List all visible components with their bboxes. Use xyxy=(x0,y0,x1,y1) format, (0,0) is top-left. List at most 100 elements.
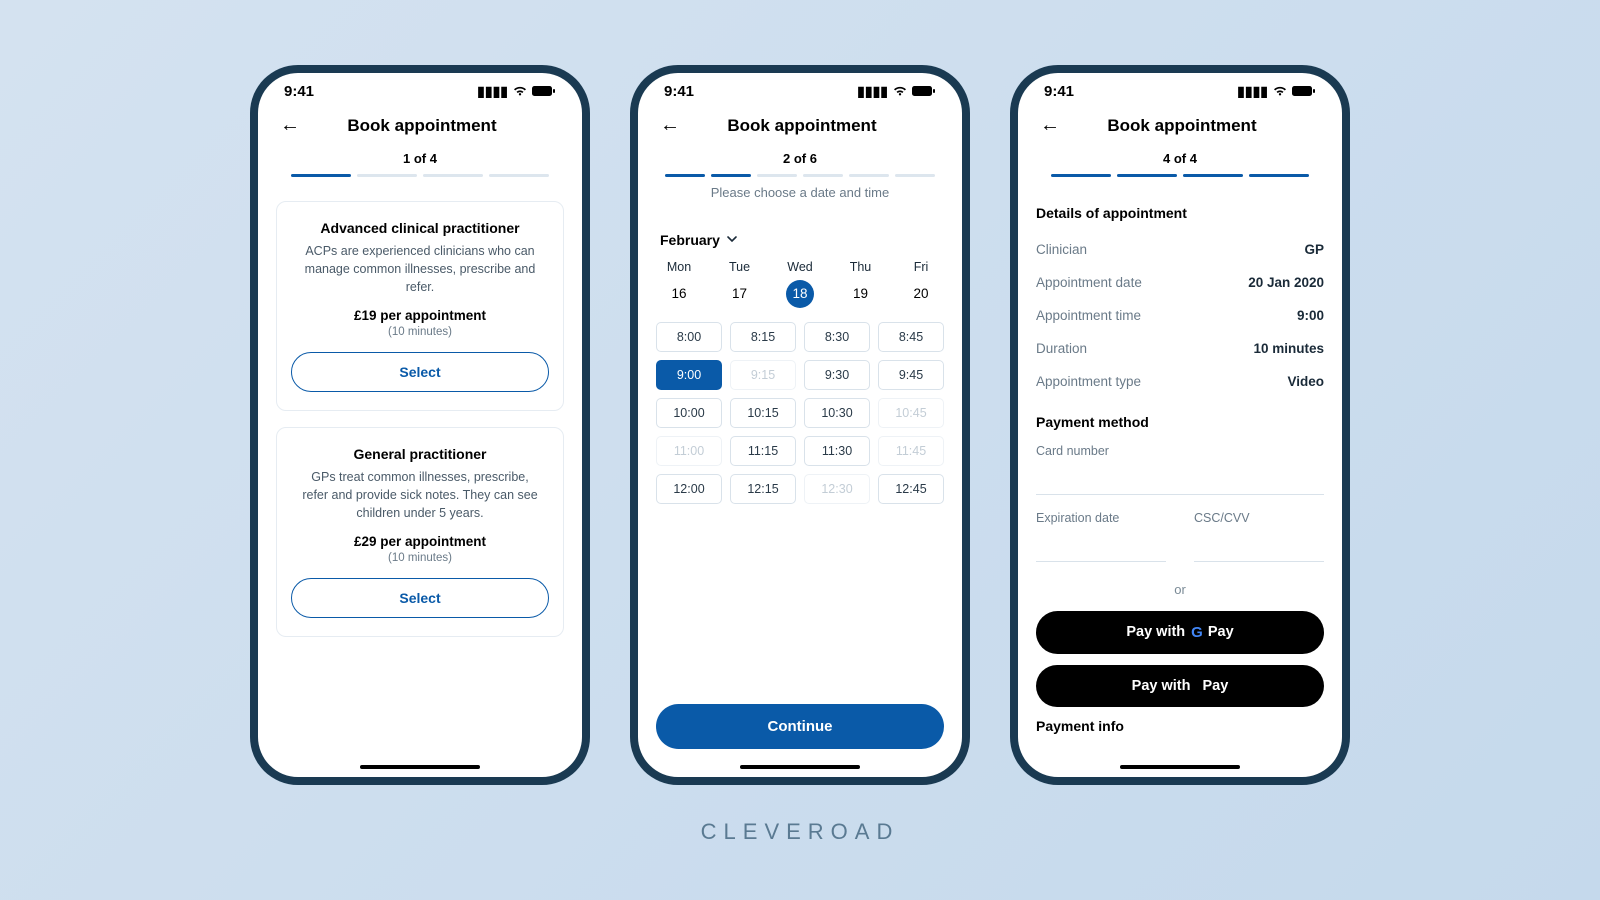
progress-segment xyxy=(711,174,751,177)
month-selector[interactable]: February xyxy=(656,230,944,260)
status-icons: ▮▮▮▮ xyxy=(857,83,936,100)
card-number-label: Card number xyxy=(1036,444,1324,458)
time-slot: 11:45 xyxy=(878,436,944,466)
detail-value: Video xyxy=(1287,374,1324,389)
card-title: General practitioner xyxy=(291,446,549,462)
continue-button[interactable]: Continue xyxy=(656,704,944,749)
detail-label: Appointment time xyxy=(1036,308,1141,323)
detail-row: Appointment date 20 Jan 2020 xyxy=(1036,266,1324,299)
time-slot[interactable]: 9:45 xyxy=(878,360,944,390)
apple-pay-button[interactable]: Pay with Pay xyxy=(1036,665,1324,707)
phone-frame-2: 9:41 ▮▮▮▮ ← Book appointment 2 of 6 Plea… xyxy=(630,65,970,785)
time-slot: 12:30 xyxy=(804,474,870,504)
day-name: Wed xyxy=(777,260,823,274)
step-label: 1 of 4 xyxy=(278,151,562,166)
gpay-suffix: Pay xyxy=(1208,624,1234,640)
cvv-label: CSC/CVV xyxy=(1194,511,1324,525)
time-slot[interactable]: 10:30 xyxy=(804,398,870,428)
progress-segment xyxy=(665,174,705,177)
time-slot[interactable]: 8:15 xyxy=(730,322,796,352)
card-description: ACPs are experienced clinicians who can … xyxy=(291,242,549,296)
month-label: February xyxy=(660,232,720,248)
signal-icon: ▮▮▮▮ xyxy=(1237,83,1268,100)
signal-icon: ▮▮▮▮ xyxy=(857,83,888,100)
expiration-input[interactable] xyxy=(1036,529,1166,562)
status-time: 9:41 xyxy=(664,83,694,100)
time-slot[interactable]: 12:45 xyxy=(878,474,944,504)
detail-row: ClinicianGP xyxy=(1036,233,1324,266)
time-slot[interactable]: 10:15 xyxy=(730,398,796,428)
day-name: Tue xyxy=(717,260,763,274)
day-row: Mon16 Tue17 Wed18 Thu19 Fri 20 xyxy=(656,260,944,308)
progress-segment xyxy=(1249,174,1309,177)
progress-segment xyxy=(489,174,549,177)
day-column[interactable]: Fri 20 xyxy=(898,260,944,308)
time-slot[interactable]: 8:00 xyxy=(656,322,722,352)
time-slot[interactable]: 9:30 xyxy=(804,360,870,390)
card-description: GPs treat common illnesses, prescribe, r… xyxy=(291,468,549,522)
detail-row: Duration10 minutes xyxy=(1036,332,1324,365)
progress-bars xyxy=(278,174,562,177)
card-title: Advanced clinical practitioner xyxy=(291,220,549,236)
home-indicator xyxy=(740,765,860,770)
time-slot[interactable]: 8:45 xyxy=(878,322,944,352)
page-title: Book appointment xyxy=(660,116,944,136)
page-title: Book appointment xyxy=(1040,116,1324,136)
phones-row: 9:41 ▮▮▮▮ ← Book appointment 1 of 4 xyxy=(250,65,1350,785)
progress-segment xyxy=(803,174,843,177)
day-column[interactable]: Tue17 xyxy=(717,260,763,308)
progress-segment xyxy=(423,174,483,177)
time-slot[interactable]: 10:00 xyxy=(656,398,722,428)
select-button[interactable]: Select xyxy=(291,578,549,618)
detail-row: Appointment typeVideo xyxy=(1036,365,1324,398)
card-price: £29 per appointment xyxy=(291,534,549,549)
status-time: 9:41 xyxy=(284,83,314,100)
detail-value: GP xyxy=(1304,242,1324,257)
gpay-prefix: Pay with xyxy=(1126,624,1185,640)
page-title: Book appointment xyxy=(280,116,564,136)
day-column[interactable]: Thu19 xyxy=(838,260,884,308)
or-divider: or xyxy=(1036,582,1324,597)
details-title: Details of appointment xyxy=(1036,205,1324,221)
status-bar: 9:41 ▮▮▮▮ xyxy=(638,73,962,104)
status-icons: ▮▮▮▮ xyxy=(477,83,556,100)
battery-icon xyxy=(912,84,936,100)
google-logo-icon: G xyxy=(1191,624,1202,641)
detail-row: Appointment time 9:00 xyxy=(1036,299,1324,332)
status-bar: 9:41 ▮▮▮▮ xyxy=(1018,73,1342,104)
cvv-input[interactable] xyxy=(1194,529,1324,562)
date-time-hint: Please choose a date and time xyxy=(658,185,942,200)
time-slot[interactable]: 12:00 xyxy=(656,474,722,504)
time-slot[interactable]: 8:30 xyxy=(804,322,870,352)
wifi-icon xyxy=(512,84,528,100)
time-slot: 9:15 xyxy=(730,360,796,390)
progress-segment xyxy=(895,174,935,177)
home-indicator xyxy=(360,765,480,770)
time-slot[interactable]: 9:00 xyxy=(656,360,722,390)
step-label: 4 of 4 xyxy=(1038,151,1322,166)
detail-value: 20 Jan 2020 xyxy=(1248,275,1324,290)
status-bar: 9:41 ▮▮▮▮ xyxy=(258,73,582,104)
status-icons: ▮▮▮▮ xyxy=(1237,83,1316,100)
applepay-prefix: Pay with xyxy=(1132,678,1191,694)
time-slot[interactable]: 11:30 xyxy=(804,436,870,466)
time-slot[interactable]: 11:15 xyxy=(730,436,796,466)
expiration-label: Expiration date xyxy=(1036,511,1166,525)
time-slot[interactable]: 12:15 xyxy=(730,474,796,504)
detail-label: Appointment date xyxy=(1036,275,1142,290)
wifi-icon xyxy=(892,84,908,100)
google-pay-button[interactable]: Pay with G Pay xyxy=(1036,611,1324,654)
step-label: 2 of 6 xyxy=(658,151,942,166)
status-time: 9:41 xyxy=(1044,83,1074,100)
phone-frame-3: 9:41 ▮▮▮▮ ← Book appointment 4 of 4 Deta… xyxy=(1010,65,1350,785)
day-name: Fri xyxy=(898,260,944,274)
day-column[interactable]: Wed18 xyxy=(777,260,823,308)
progress-segment xyxy=(757,174,797,177)
select-button[interactable]: Select xyxy=(291,352,549,392)
card-number-input[interactable] xyxy=(1036,462,1324,495)
detail-value: 9:00 xyxy=(1297,308,1324,323)
day-number: 20 xyxy=(907,280,935,308)
day-name: Mon xyxy=(656,260,702,274)
progress-segment xyxy=(1117,174,1177,177)
day-column[interactable]: Mon16 xyxy=(656,260,702,308)
